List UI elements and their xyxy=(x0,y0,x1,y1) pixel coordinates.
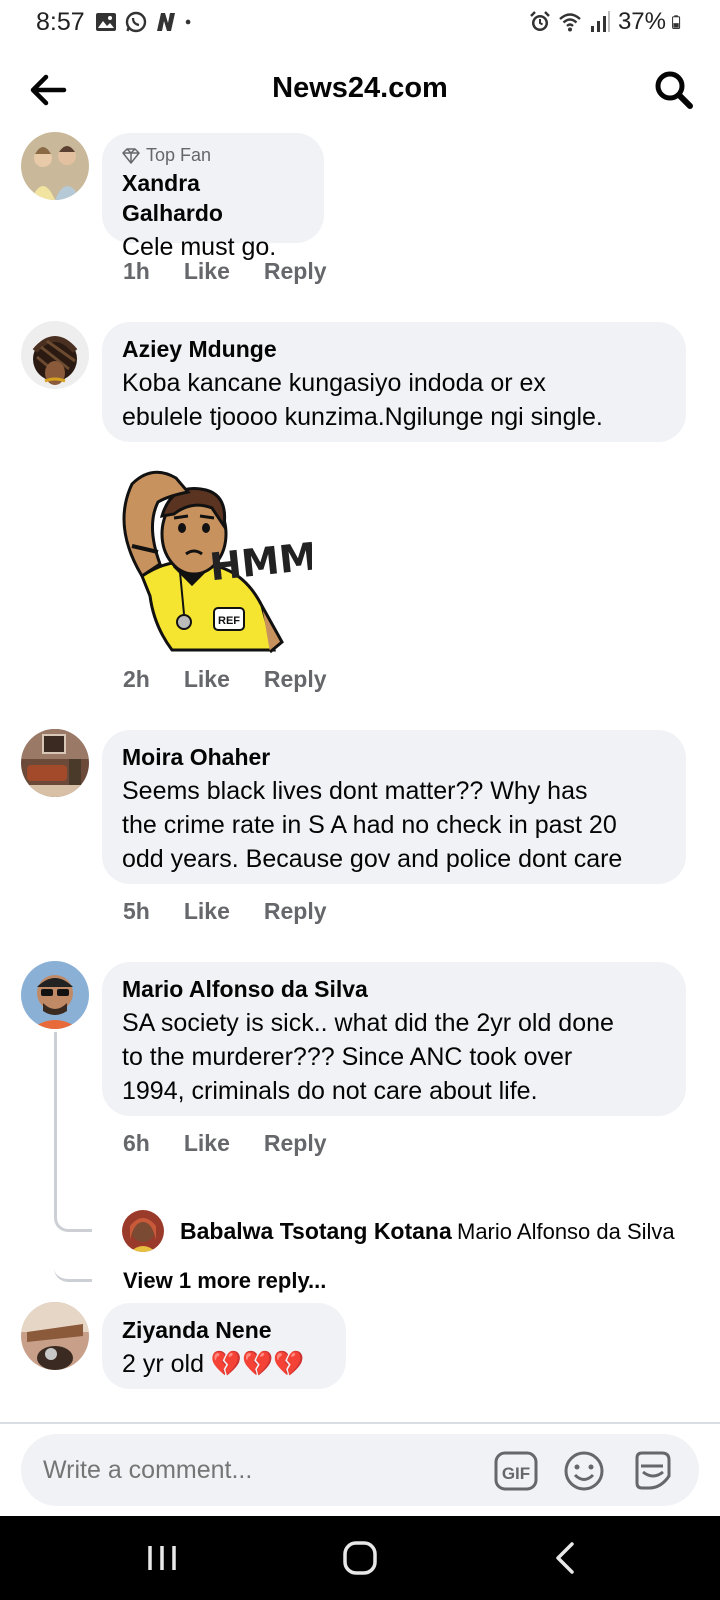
battery-icon xyxy=(672,15,681,29)
comment-author[interactable]: Xandra Galhardo xyxy=(122,168,304,228)
reply-button[interactable]: Reply xyxy=(264,1130,327,1157)
comment-time: 5h xyxy=(123,898,150,924)
avatar[interactable] xyxy=(21,321,89,389)
gif-label: GIF xyxy=(502,1464,530,1483)
comment-author[interactable]: Moira Ohaher xyxy=(122,742,666,772)
like-button[interactable]: Like xyxy=(184,1130,230,1157)
like-button[interactable]: Like xyxy=(184,666,230,693)
system-nav-bar xyxy=(0,1516,720,1600)
comment-time: 2h xyxy=(123,666,150,692)
gallery-icon xyxy=(96,13,116,31)
comment-author[interactable]: Mario Alfonso da Silva xyxy=(122,974,666,1004)
back-nav-icon[interactable] xyxy=(544,1536,588,1580)
app-header: News24.com xyxy=(0,50,720,130)
comment-actions: 6h Like Reply xyxy=(123,1130,327,1157)
comment-author[interactable]: Aziey Mdunge xyxy=(122,334,666,364)
avatar[interactable] xyxy=(21,132,89,200)
battery-text: 37% xyxy=(617,8,666,35)
page-title: News24.com xyxy=(272,72,448,104)
comment-bubble[interactable]: Moira Ohaher Seems black lives dont matt… xyxy=(102,730,686,884)
avatar[interactable] xyxy=(21,1302,89,1370)
comment-actions: 1h Like Reply xyxy=(123,258,327,285)
comment-text-line: ebulele tjoooo kunzima.Ngilunge ngi sing… xyxy=(122,403,603,431)
wifi-icon xyxy=(559,13,581,32)
comment-text-line: Koba kancane kungasiyo indoda or ex xyxy=(122,369,546,397)
recent-apps-icon[interactable] xyxy=(140,1536,184,1580)
sticker-icon[interactable] xyxy=(629,1448,675,1494)
status-bar: 8:57 37% xyxy=(0,0,720,46)
comment-author[interactable]: Ziyanda Nene xyxy=(122,1315,326,1345)
like-button[interactable]: Like xyxy=(184,898,230,925)
view-more-replies-link[interactable]: View 1 more reply... xyxy=(123,1268,326,1294)
search-icon[interactable] xyxy=(652,68,696,112)
top-fan-label: Top Fan xyxy=(146,145,212,165)
comment-bubble[interactable]: Ziyanda Nene 2 yr old 💔💔💔 xyxy=(102,1303,346,1389)
comment-bubble[interactable]: Mario Alfonso da Silva SA society is sic… xyxy=(102,962,686,1116)
comment-composer[interactable]: GIF xyxy=(21,1434,699,1506)
reply-text: Mario Alfonso da Silva xyxy=(457,1219,675,1244)
gif-icon[interactable]: GIF xyxy=(493,1448,539,1494)
reply-preview[interactable]: Babalwa Tsotang Kotana Mario Alfonso da … xyxy=(122,1210,702,1254)
comment-text-line: to the murderer??? Since ANC took over xyxy=(122,1043,573,1071)
avatar[interactable] xyxy=(122,1210,164,1252)
whatsapp-icon xyxy=(125,11,147,33)
composer-divider xyxy=(0,1422,720,1424)
thread-line xyxy=(54,1032,92,1282)
alarm-icon xyxy=(530,11,550,31)
comment-text-line: SA society is sick.. what did the 2yr ol… xyxy=(122,1009,614,1037)
dot-icon xyxy=(185,19,191,25)
comment-input[interactable] xyxy=(43,1434,463,1506)
sticker-badge-text: REF xyxy=(218,615,240,627)
status-icons-left xyxy=(94,10,198,34)
top-fan-badge: Top Fan xyxy=(122,145,304,166)
comment-time: 6h xyxy=(123,1130,150,1156)
comment-text: 2 yr old 💔💔💔 xyxy=(122,1350,305,1378)
comment-bubble[interactable]: Top Fan Xandra Galhardo Cele must go. xyxy=(102,133,324,261)
reply-author[interactable]: Babalwa Tsotang Kotana xyxy=(180,1218,452,1245)
reply-button[interactable]: Reply xyxy=(264,666,327,693)
home-icon[interactable] xyxy=(338,1536,382,1580)
signal-icon xyxy=(590,11,610,32)
reply-button[interactable]: Reply xyxy=(264,258,327,285)
reply-button[interactable]: Reply xyxy=(264,898,327,925)
comment-text-line: the crime rate in S A had no check in pa… xyxy=(122,811,617,839)
comment-actions: 2h Like Reply xyxy=(123,666,327,693)
avatar[interactable] xyxy=(21,961,89,1029)
comment-text-line: Seems black lives dont matter?? Why has xyxy=(122,777,588,805)
referee-sticker[interactable]: REF HMM... xyxy=(102,456,312,662)
like-button[interactable]: Like xyxy=(184,258,230,285)
status-icons-right: 37% xyxy=(528,8,686,36)
status-time: 8:57 xyxy=(36,8,85,36)
diamond-icon xyxy=(122,147,140,164)
comment-bubble[interactable]: Aziey Mdunge Koba kancane kungasiyo indo… xyxy=(102,322,686,442)
emoji-icon[interactable] xyxy=(561,1448,607,1494)
comment-text-line: odd years. Because gov and police dont c… xyxy=(122,845,623,873)
comment-text-line: 1994, criminals do not care about life. xyxy=(122,1077,538,1105)
avatar[interactable] xyxy=(21,729,89,797)
comment-actions: 5h Like Reply xyxy=(123,898,327,925)
n-app-icon xyxy=(157,13,175,31)
comment-time: 1h xyxy=(123,258,150,284)
